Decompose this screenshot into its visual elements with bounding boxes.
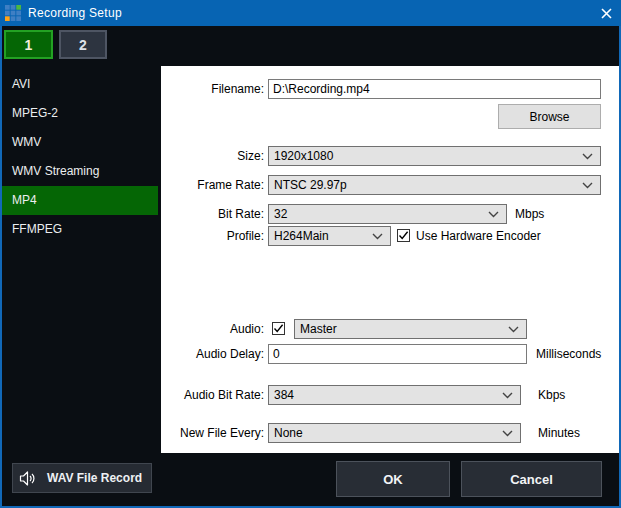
tab-2[interactable]: 2 [59,30,107,59]
tab-1[interactable]: 1 [4,30,53,59]
chevron-down-icon [502,392,513,399]
sidebar-item-avi[interactable]: AVI [2,70,158,99]
filename-input[interactable] [268,79,601,99]
filename-label: Filename: [161,79,264,99]
profile-label: Profile: [161,226,264,246]
new-file-every-unit: Minutes [538,423,580,443]
audio-delay-unit: Milliseconds [536,344,601,364]
new-file-every-label: New File Every: [161,423,264,443]
sidebar-item-wmv-streaming[interactable]: WMV Streaming [2,157,158,186]
sidebar-item-wmv[interactable]: WMV [2,128,158,157]
checkmark-icon [398,230,409,241]
vmix-logo-icon [5,5,21,21]
chevron-down-icon [502,430,513,437]
audio-bit-rate-unit: Kbps [538,385,565,405]
chevron-down-icon [488,211,499,218]
ok-button[interactable]: OK [336,461,450,497]
bit-rate-unit: Mbps [515,204,544,224]
sidebar-item-ffmpeg[interactable]: FFMPEG [2,215,158,244]
profile-select[interactable]: H264Main [268,226,391,246]
frame-rate-label: Frame Rate: [161,175,264,195]
bit-rate-value: 32 [274,207,287,221]
wav-file-record-label: WAV File Record [47,471,142,485]
new-file-every-select[interactable]: None [268,423,521,443]
title-bar: Recording Setup [0,0,621,26]
audio-delay-label: Audio Delay: [161,344,264,364]
size-select[interactable]: 1920x1080 [268,146,601,166]
window-title: Recording Setup [28,0,122,26]
close-icon [601,8,612,19]
size-label: Size: [161,146,264,166]
chevron-down-icon [582,182,593,189]
hardware-encoder-label: Use Hardware Encoder [416,226,541,246]
profile-value: H264Main [274,229,329,243]
frame-rate-value: NTSC 29.97p [274,178,347,192]
chevron-down-icon [508,326,519,333]
audio-value: Master [300,322,337,336]
hardware-encoder-checkbox[interactable] [397,229,410,242]
size-value: 1920x1080 [274,149,333,163]
close-button[interactable] [589,0,621,26]
new-file-every-value: None [274,426,303,440]
audio-checkbox[interactable] [272,322,285,335]
cancel-button[interactable]: Cancel [461,461,602,497]
recording-setup-dialog: Recording Setup 1 2 AVI MPEG-2 WMV WMV S… [0,0,621,508]
sidebar-item-mp4[interactable]: MP4 [2,186,158,215]
audio-bit-rate-value: 384 [274,388,294,402]
chevron-down-icon [582,153,593,160]
bit-rate-label: Bit Rate: [161,204,264,224]
speaker-icon [19,471,37,486]
sidebar-item-mpeg2[interactable]: MPEG-2 [2,99,158,128]
audio-delay-input[interactable] [268,344,527,364]
frame-rate-select[interactable]: NTSC 29.97p [268,175,601,195]
audio-select[interactable]: Master [294,319,527,339]
checkmark-icon [273,323,284,334]
browse-button[interactable]: Browse [498,104,601,129]
audio-bit-rate-select[interactable]: 384 [268,385,521,405]
chevron-down-icon [372,233,383,240]
audio-bit-rate-label: Audio Bit Rate: [161,385,264,405]
audio-label: Audio: [161,319,264,339]
wav-file-record-button[interactable]: WAV File Record [12,463,152,493]
bit-rate-select[interactable]: 32 [268,204,507,224]
form-panel: Filename: Browse Size: 1920x1080 Frame R… [161,66,619,453]
